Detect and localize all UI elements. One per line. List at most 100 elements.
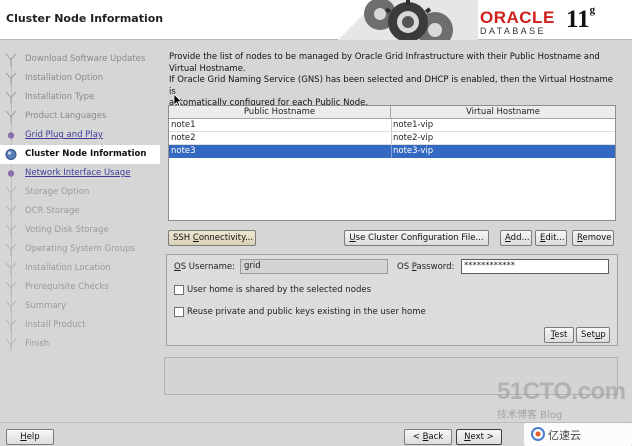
page-title: Cluster Node Information [6,12,164,25]
instructions-text: Provide the list of nodes to be managed … [169,52,619,110]
version-number: 11 [566,6,590,33]
test-button[interactable]: Test [544,327,574,343]
edit-node-button[interactable]: Edit... [535,230,567,246]
version-logo: 11g [566,4,596,34]
step-label: OCR Storage [25,206,80,216]
step-item: Installation Location [0,259,160,278]
watermark-tagline: 技术博客 Blog [497,410,563,421]
step-marker-icon [7,170,15,177]
reuse-keys-label: Reuse private and public keys existing i… [187,307,426,317]
step-label: Voting Disk Storage [25,225,109,235]
button-text: < [412,432,423,442]
next-button[interactable]: Next > [456,429,502,445]
step-item[interactable]: Product Languages [0,107,160,126]
ssh-connectivity-button[interactable]: SSH Connectivity... [168,230,256,246]
button-text: Set [581,330,595,340]
remove-node-button[interactable]: Remove [572,230,614,246]
instructions-line: Virtual Hostname. [169,63,246,74]
button-text: elp [26,432,40,442]
setup-button[interactable]: Setup [576,327,610,343]
step-item[interactable]: Installation Option [0,69,160,88]
label-text: S Username: [180,262,235,272]
instructions-line: Provide the list of nodes to be managed … [169,52,600,62]
os-username-label: OS Username: [174,262,235,272]
cluster-nodes-table: Public Hostname Virtual Hostname note1 n… [168,105,616,221]
step-item[interactable]: Grid Plug and Play [0,126,160,145]
table-row-selected[interactable]: note3 note3-vip [169,145,615,158]
table-row[interactable]: note2 note2-vip [169,132,615,145]
public-hostname-cell: note1 [171,120,196,130]
step-label: Install Product [25,320,86,330]
step-marker-icon [5,262,17,275]
os-password-label: OS Password: [397,262,454,272]
button-text: SSH [173,233,193,243]
step-item: Voting Disk Storage [0,221,160,240]
version-suffix: g [589,4,596,16]
step-label: Grid Plug and Play [25,130,103,140]
instructions-line: If Oracle Grid Naming Service (GNS) has … [169,75,613,97]
watermark-badge-text: 亿速云 [548,429,581,442]
add-node-button[interactable]: Add... [500,230,532,246]
step-marker-icon [5,91,17,104]
step-item[interactable]: Cluster Node Information [0,145,160,164]
button-text: dit... [545,233,565,243]
virtual-hostname-cell: note1-vip [393,120,434,130]
button-text: ack [428,432,444,442]
cloud-logo-icon [531,427,545,441]
current-step-icon [5,149,17,160]
button-text: dd... [510,233,530,243]
step-item[interactable]: Network Interface Usage [0,164,160,183]
button-text: emove [582,233,612,243]
user-home-shared-label: User home is shared by the selected node… [187,285,372,295]
step-item[interactable]: Installation Type [0,88,160,107]
step-item: Operating System Groups [0,240,160,259]
step-marker-icon [5,338,17,351]
step-marker-icon [5,72,17,85]
button-text: p [600,330,606,340]
column-header-virtual-hostname[interactable]: Virtual Hostname [391,106,615,119]
reuse-keys-checkbox[interactable] [174,307,184,317]
virtual-hostname-cell: note3-vip [393,146,434,156]
help-button[interactable]: Help [6,429,54,445]
step-label: Storage Option [25,187,90,197]
column-header-public-hostname[interactable]: Public Hostname [169,106,391,119]
steps-navigation: Download Software Updates Installation Op… [0,50,160,351]
step-marker-icon [5,319,17,332]
step-item[interactable]: Download Software Updates [0,50,160,69]
step-item: Finish [0,335,160,354]
oracle-logo: ORACLE [480,8,555,27]
table-row[interactable]: note1 note1-vip [169,119,615,132]
os-username-field[interactable]: grid [240,259,388,274]
step-label: Network Interface Usage [25,168,131,178]
step-marker-icon [5,205,17,218]
label-mnemonic: O [174,262,181,272]
step-label: Operating System Groups [25,244,135,254]
user-home-shared-checkbox[interactable] [174,285,184,295]
step-label: Product Languages [25,111,107,121]
step-item: Install Product [0,316,160,335]
button-text: se Cluster Configuration File... [355,233,484,243]
back-button[interactable]: < Back [404,429,452,445]
step-item: Summary [0,297,160,316]
step-label: Installation Option [25,73,104,83]
gears-banner-icon [338,0,478,40]
step-marker-icon [7,132,15,139]
virtual-hostname-cell: note2-vip [393,133,434,143]
step-marker-icon [5,186,17,199]
watermark-site: 51CTO.com [497,378,626,405]
public-hostname-cell: note3 [171,146,196,156]
step-marker-icon [5,53,17,66]
step-item: Storage Option [0,183,160,202]
step-marker-icon [5,224,17,237]
step-label: Download Software Updates [25,54,146,64]
os-password-field[interactable]: ************ [461,259,609,274]
step-marker-icon [5,281,17,294]
button-text: onnectivity... [198,233,254,243]
button-text: est [554,330,568,340]
step-label: Installation Location [25,263,111,273]
mouse-pointer-icon [173,93,183,107]
step-label: Prerequisite Checks [25,282,109,292]
use-cluster-config-file-button[interactable]: Use Cluster Configuration File... [344,230,489,246]
step-label: Cluster Node Information [25,149,147,159]
step-label: Summary [25,301,67,311]
